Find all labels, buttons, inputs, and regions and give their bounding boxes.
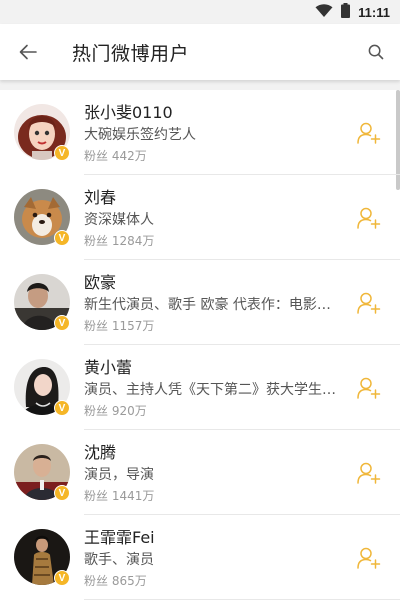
list-item[interactable]: V 欧豪 新生代演员、歌手 欧豪 代表作：电影《… 粉丝 1157万 [0, 260, 400, 345]
back-arrow-icon [19, 44, 37, 60]
battery-icon [341, 2, 351, 22]
avatar-container: V [0, 430, 84, 515]
user-description: 新生代演员、歌手 欧豪 代表作：电影《… [84, 296, 338, 313]
follow-button[interactable] [338, 175, 400, 260]
avatar-container: V [0, 175, 84, 260]
avatar-container: V [0, 90, 84, 175]
list-item[interactable]: V 沈腾 演员，导演 粉丝 1441万 [0, 430, 400, 515]
avatar-container: V [0, 345, 84, 430]
user-name: 王霏霏Fei [84, 527, 155, 547]
add-friend-icon [357, 122, 381, 144]
verified-badge: V [54, 485, 70, 501]
add-friend-icon [357, 207, 381, 229]
follower-count: 粉丝 442万 [84, 148, 147, 163]
add-friend-icon [357, 292, 381, 314]
verified-badge: V [54, 400, 70, 416]
follow-button[interactable] [338, 430, 400, 515]
follower-count: 粉丝 865万 [84, 573, 147, 588]
avatar-container: V [0, 515, 84, 600]
avatar-container: V [0, 260, 84, 345]
user-list[interactable]: V 张小斐0110 大碗娱乐签约艺人 粉丝 442万 V 刘春 资深媒体人 粉丝… [0, 90, 400, 610]
verified-badge: V [54, 570, 70, 586]
page-title: 热门微博用户 [72, 42, 190, 65]
add-friend-icon [357, 377, 381, 399]
list-item[interactable]: V 张小斐0110 大碗娱乐签约艺人 粉丝 442万 [0, 90, 400, 175]
user-name: 欧豪 [84, 272, 117, 292]
user-name: 张小斐0110 [84, 102, 173, 122]
add-friend-icon [357, 462, 381, 484]
follower-count: 粉丝 1441万 [84, 488, 155, 503]
back-button[interactable] [0, 24, 56, 80]
follower-count: 粉丝 920万 [84, 403, 147, 418]
wifi-icon [315, 3, 333, 22]
verified-badge: V [54, 145, 70, 161]
follow-button[interactable] [338, 260, 400, 345]
user-name: 黄小蕾 [84, 357, 133, 377]
verified-badge: V [54, 315, 70, 331]
follow-button[interactable] [338, 90, 400, 175]
follower-count: 粉丝 1284万 [84, 233, 155, 248]
list-item[interactable]: V 刘春 资深媒体人 粉丝 1284万 [0, 175, 400, 260]
user-description: 演员、主持人凭《天下第二》获大学生… [84, 381, 336, 398]
follow-button[interactable] [338, 515, 400, 600]
app-bar: 热门微博用户 [0, 24, 400, 80]
user-name: 刘春 [84, 187, 117, 207]
follow-button[interactable] [338, 345, 400, 430]
user-description: 资深媒体人 [84, 211, 154, 228]
follower-count: 粉丝 1157万 [84, 318, 155, 333]
search-button[interactable] [352, 24, 400, 80]
user-description: 歌手、演员 [84, 551, 154, 568]
list-item[interactable]: V 黄小蕾 演员、主持人凭《天下第二》获大学生… 粉丝 920万 [0, 345, 400, 430]
verified-badge: V [54, 230, 70, 246]
add-friend-icon [357, 547, 381, 569]
user-description: 大碗娱乐签约艺人 [84, 126, 196, 143]
status-bar: 11:11 [0, 0, 400, 24]
status-time: 11:11 [358, 4, 390, 20]
user-description: 演员，导演 [84, 466, 154, 483]
list-item[interactable]: V 王霏霏Fei 歌手、演员 粉丝 865万 [0, 515, 400, 600]
search-icon [368, 44, 384, 60]
user-name: 沈腾 [84, 442, 117, 462]
